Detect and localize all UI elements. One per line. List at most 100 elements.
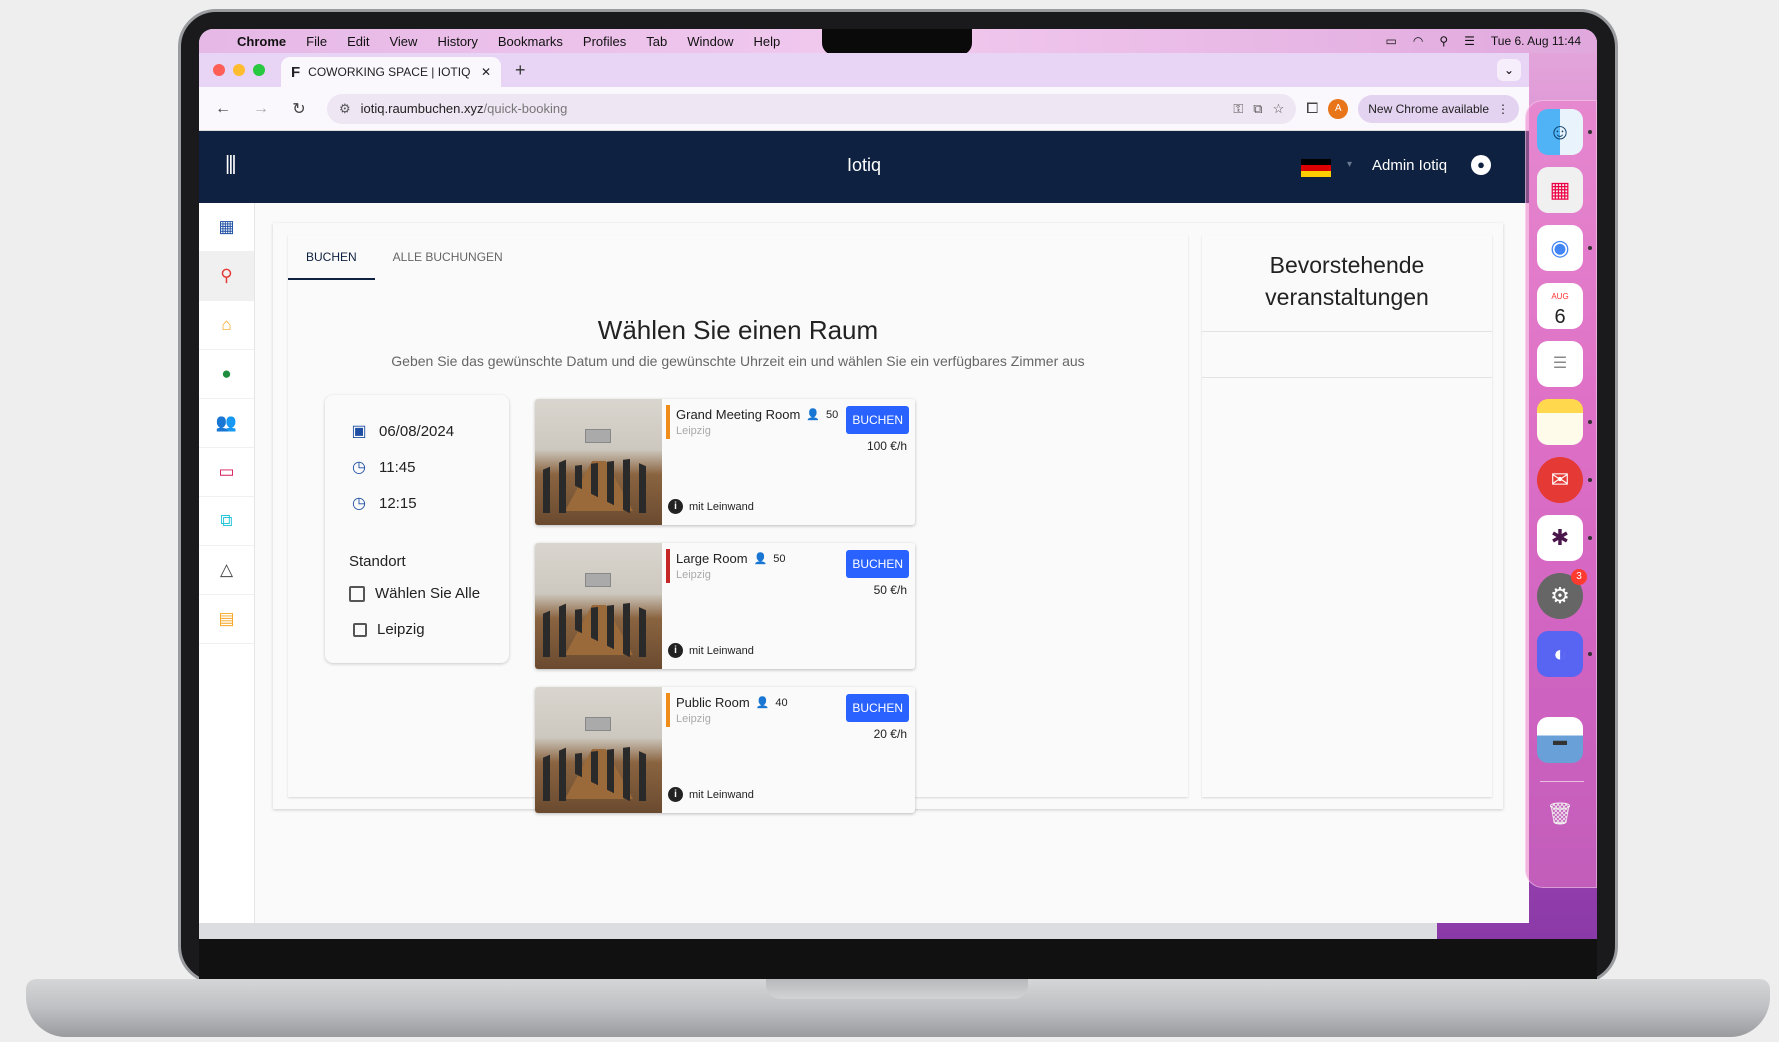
sidebar-item-devices[interactable]: ▭ [199, 448, 254, 497]
zoom-window-button[interactable] [253, 64, 265, 76]
browser-tab[interactable]: F COWORKING SPACE | IOTIQ ✕ [281, 57, 501, 87]
menu-profiles[interactable]: Profiles [573, 34, 636, 49]
capacity-person-icon: 👤 [753, 553, 768, 565]
tab-search-dropdown-icon[interactable]: ⌄ [1497, 59, 1521, 81]
sidebar-item-layers[interactable]: ⧉ [199, 497, 254, 546]
calendar-app-icon[interactable]: AUG 6 [1537, 283, 1583, 329]
sidebar-item-home[interactable]: ⌂ [199, 301, 254, 350]
end-time-value: 12:15 [379, 494, 417, 512]
minimize-window-button[interactable] [233, 64, 245, 76]
finder-icon[interactable]: ☺ [1537, 109, 1583, 155]
slack-icon[interactable]: ✱ [1537, 515, 1583, 561]
control-center-icon[interactable]: ☰ [1464, 34, 1475, 48]
mail-icon[interactable]: ✉ [1537, 457, 1583, 503]
discord-icon[interactable]: ◐ [1537, 631, 1583, 677]
info-icon: i [668, 499, 683, 514]
book-room-button[interactable]: BUCHEN [846, 550, 909, 578]
app-header: ||| Iotiq ▾ Admin Iotiq ● [199, 131, 1529, 203]
user-name[interactable]: Admin Iotiq [1372, 157, 1447, 174]
menu-view[interactable]: View [379, 34, 427, 49]
sidebar-item-search[interactable]: ⚲ [199, 252, 254, 301]
room-price: 50 €/h [873, 583, 907, 597]
room-accent-bar [666, 549, 670, 583]
close-tab-icon[interactable]: ✕ [481, 65, 491, 79]
book-room-button[interactable]: BUCHEN [846, 694, 909, 722]
battery-icon[interactable]: ▭ [1386, 34, 1397, 48]
close-window-button[interactable] [213, 64, 225, 76]
spotlight-search-icon[interactable]: ⚲ [1439, 34, 1448, 48]
macos-dock: ☺ ▦ ◉ AUG 6 ☰ ✉ ✱ ⚙ 3 ◐ ▬ 🗑 [1525, 100, 1597, 888]
chrome-icon[interactable]: ◉ [1537, 225, 1583, 271]
reminders-icon[interactable]: ☰ [1537, 341, 1583, 387]
preview-icon[interactable]: ▬ [1537, 717, 1583, 763]
room-name: Grand Meeting Room 👤 50 [676, 407, 839, 422]
menu-help[interactable]: Help [744, 34, 791, 49]
leipzig-checkbox[interactable] [353, 622, 367, 637]
booking-container: BUCHEN ALLE BUCHUNGEN Wählen Sie einen R… [273, 223, 1503, 813]
booking-tabs: BUCHEN ALLE BUCHUNGEN [288, 235, 1188, 281]
dashboard-icon: ▦ [218, 217, 235, 236]
tab-strip: F COWORKING SPACE | IOTIQ ✕ + ⌄ [199, 53, 1529, 87]
trash-icon[interactable]: 🗑 [1537, 791, 1583, 837]
back-arrow-icon[interactable]: ← [209, 100, 237, 118]
room-card[interactable]: Large Room 👤 50 Leipzig BUCHEN 50 €/h i mit Lei… [535, 543, 915, 669]
site-settings-icon[interactable]: ⚙ [339, 101, 351, 117]
select-all-checkbox[interactable] [349, 585, 365, 602]
info-icon: i [668, 787, 683, 802]
select-all-label[interactable]: Wählen Sie Alle [375, 585, 480, 602]
address-url[interactable]: iotiq.raumbuchen.xyz/quick-booking [361, 101, 1224, 116]
bookmark-star-icon[interactable]: ☆ [1273, 101, 1285, 117]
room-name: Public Room 👤 40 [676, 695, 788, 710]
menu-bookmarks[interactable]: Bookmarks [488, 34, 573, 49]
sidebar-item-calendar[interactable]: ▤ [199, 595, 254, 644]
devices-icon: ▭ [218, 462, 235, 481]
sidebar-item-people[interactable]: 👥 [199, 399, 254, 448]
room-accent-bar [666, 405, 670, 439]
room-card[interactable]: Grand Meeting Room 👤 50 Leipzig BUCHEN 100 €/… [535, 399, 915, 525]
book-room-button[interactable]: BUCHEN [846, 406, 909, 434]
leipzig-label[interactable]: Leipzig [377, 621, 425, 638]
system-settings-icon[interactable]: ⚙ 3 [1537, 569, 1587, 619]
date-value: 06/08/2024 [379, 422, 455, 440]
new-tab-button[interactable]: + [515, 60, 526, 81]
menu-app-name[interactable]: Chrome [227, 34, 296, 49]
extensions-puzzle-icon[interactable]: ⧠ [1306, 100, 1318, 117]
select-all-checkbox-row[interactable]: Wählen Sie Alle [349, 585, 480, 602]
date-picker[interactable]: ▣ 06/08/2024 [349, 421, 454, 441]
room-location: Leipzig [676, 425, 711, 437]
room-name: Large Room 👤 50 [676, 551, 786, 566]
menu-history[interactable]: History [427, 34, 487, 49]
main-content: BUCHEN ALLE BUCHUNGEN Wählen Sie einen R… [255, 203, 1529, 923]
install-app-icon[interactable]: ⧉ [1253, 101, 1262, 117]
kebab-menu-icon[interactable]: ⋮ [1497, 102, 1509, 116]
language-dropdown-icon[interactable]: ▾ [1347, 159, 1352, 170]
reload-icon[interactable]: ↻ [285, 99, 313, 119]
german-flag-icon[interactable] [1301, 159, 1331, 177]
screen: Chrome File Edit View History Bookmarks … [199, 29, 1597, 939]
notes-icon[interactable] [1537, 399, 1583, 445]
menubar-clock[interactable]: Tue 6. Aug 11:44 [1491, 34, 1581, 48]
leipzig-checkbox-row[interactable]: Leipzig [353, 621, 425, 638]
menu-tab[interactable]: Tab [636, 34, 677, 49]
sidebar-item-dashboard[interactable]: ▦ [199, 203, 254, 252]
upcoming-events-panel: Bevorstehende veranstaltungen [1202, 235, 1492, 797]
launchpad-icon[interactable]: ▦ [1537, 167, 1583, 213]
tab-all-bookings[interactable]: ALLE BUCHUNGEN [375, 235, 521, 280]
forward-arrow-icon[interactable]: → [247, 100, 275, 118]
room-card[interactable]: Public Room 👤 40 Leipzig BUCHEN 20 €/h i mit Le… [535, 687, 915, 813]
end-time-picker[interactable]: ◷ 12:15 [349, 493, 417, 513]
sidebar-item-shapes[interactable]: △ [199, 546, 254, 595]
tab-book[interactable]: BUCHEN [288, 235, 375, 280]
address-bar[interactable]: ⚙ iotiq.raumbuchen.xyz/quick-booking ⚿ ⧉… [327, 93, 1297, 124]
update-chrome-button[interactable]: New Chrome available ⋮ [1358, 94, 1519, 123]
profile-avatar[interactable]: A [1328, 98, 1349, 119]
sidebar-item-location-pin[interactable]: ● [199, 350, 254, 399]
account-circle-icon[interactable]: ● [1471, 155, 1491, 175]
menu-window[interactable]: Window [677, 34, 743, 49]
password-key-icon[interactable]: ⚿ [1233, 101, 1243, 117]
menu-file[interactable]: File [296, 34, 337, 49]
start-time-picker[interactable]: ◷ 11:45 [349, 457, 415, 477]
page-title: Wählen Sie einen Raum [597, 315, 879, 345]
menu-edit[interactable]: Edit [337, 34, 379, 49]
wifi-icon[interactable]: ◠ [1413, 34, 1423, 48]
